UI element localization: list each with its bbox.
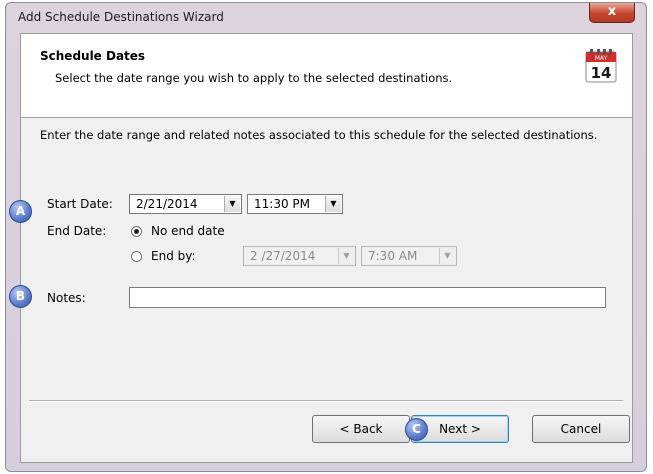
chevron-down-icon[interactable]: ▼ [338,248,354,264]
wizard-header: Schedule Dates Select the date range you… [21,34,632,118]
end-by-date-picker[interactable]: 2 /27/2014 ▼ [243,246,356,266]
start-date-value: 2/21/2014 [136,197,198,211]
close-button[interactable]: x [589,3,635,23]
end-by-label[interactable]: End by: [151,249,196,263]
cancel-button[interactable]: Cancel [532,415,630,443]
page-title: Schedule Dates [40,49,146,63]
start-date-picker[interactable]: 2/21/2014 ▼ [129,194,242,214]
end-by-radio[interactable] [131,251,142,262]
notes-label: Notes: [47,291,86,305]
wizard-client-area: Schedule Dates Select the date range you… [20,33,633,463]
close-icon: x [607,4,617,19]
chevron-down-icon[interactable]: ▼ [224,196,240,212]
callout-a-badge: A [9,200,32,223]
callout-b-badge: B [9,285,32,308]
start-time-value: 11:30 PM [254,197,310,211]
window-title: Add Schedule Destinations Wizard [18,10,224,24]
end-by-date-value: 2 /27/2014 [250,249,316,263]
start-date-label: Start Date: [47,197,113,211]
callout-c-badge: C [405,418,428,441]
footer-divider [29,400,623,402]
page-subtitle: Select the date range you wish to apply … [55,71,453,85]
start-time-picker[interactable]: 11:30 PM ▼ [247,194,343,214]
wizard-window: Add Schedule Destinations Wizard x Sched… [5,2,647,472]
end-by-time-value: 7:30 AM [368,249,418,263]
end-date-label: End Date: [47,224,107,238]
back-button[interactable]: < Back [312,415,410,443]
calendar-month: MAY [595,55,608,62]
no-end-date-label[interactable]: No end date [151,224,225,238]
calendar-icon: MAY 14 [585,49,617,83]
end-by-time-picker[interactable]: 7:30 AM ▼ [361,246,457,266]
calendar-day: 14 [591,64,612,82]
chevron-down-icon[interactable]: ▼ [325,196,341,212]
instructions-text: Enter the date range and related notes a… [40,128,598,142]
notes-input[interactable] [129,287,606,308]
chevron-down-icon[interactable]: ▼ [439,248,455,264]
no-end-date-radio[interactable] [131,226,142,237]
